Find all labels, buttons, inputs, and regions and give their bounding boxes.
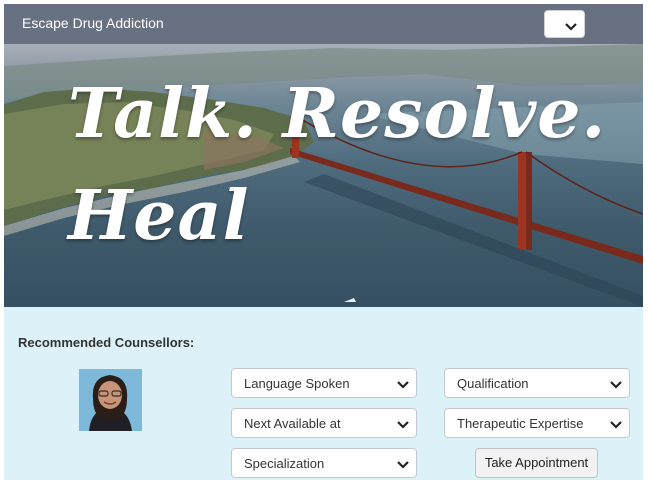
qualification-label: Qualification	[457, 376, 529, 391]
chevron-down-icon	[610, 418, 622, 433]
qualification-select[interactable]: Qualification	[444, 368, 630, 398]
specialization-select[interactable]: Specialization	[231, 448, 417, 478]
section-title: Recommended Counsellors:	[18, 335, 195, 350]
nav-dropdown[interactable]	[544, 10, 585, 38]
next-available-label: Next Available at	[244, 416, 341, 431]
specialization-label: Specialization	[244, 456, 325, 471]
brand-title[interactable]: Escape Drug Addiction	[22, 15, 164, 31]
language-spoken-select[interactable]: Language Spoken	[231, 368, 417, 398]
person-photo-icon	[79, 369, 142, 431]
counsellor-panel: Recommended Counsellors: Language Spoken…	[4, 307, 643, 480]
therapeutic-expertise-label: Therapeutic Expertise	[457, 416, 584, 431]
chevron-down-icon	[397, 378, 409, 393]
page: Escape Drug Addiction Talk. Resolve. Hea…	[4, 4, 643, 480]
chevron-down-icon	[610, 378, 622, 393]
language-spoken-label: Language Spoken	[244, 376, 350, 391]
hero-headline-line-1: Talk. Resolve.	[68, 74, 607, 154]
next-available-select[interactable]: Next Available at	[231, 408, 417, 438]
hero-banner: Talk. Resolve. Heal	[4, 44, 643, 307]
chevron-down-icon	[565, 19, 577, 37]
take-appointment-button[interactable]: Take Appointment	[475, 448, 598, 478]
top-navbar: Escape Drug Addiction	[4, 4, 643, 44]
chevron-down-icon	[397, 458, 409, 473]
hero-headline-line-2: Heal	[68, 176, 250, 256]
counsellor-avatar[interactable]	[79, 369, 142, 431]
therapeutic-expertise-select[interactable]: Therapeutic Expertise	[444, 408, 630, 438]
chevron-down-icon	[397, 418, 409, 433]
